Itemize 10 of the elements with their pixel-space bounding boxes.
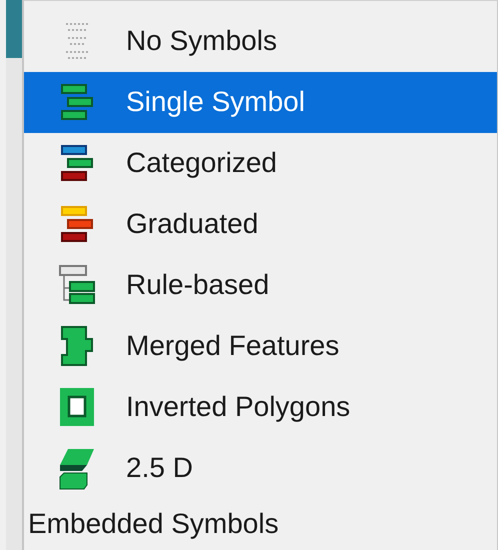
menu-item[interactable]: Inverted Polygons [24,376,497,438]
window-edge [6,0,22,58]
menu-item[interactable]: 2.5 D [24,438,497,499]
menu-item[interactable]: No Symbols [24,11,497,72]
menu-item[interactable]: Graduated [24,194,497,255]
menu-item[interactable]: Merged Features [24,316,497,377]
menu-item[interactable]: Rule-based [24,254,497,316]
menu-item[interactable]: Single Symbol [24,72,497,133]
menu-item[interactable]: Categorized [24,132,497,194]
menu-item[interactable]: Embedded Symbols [24,498,279,550]
